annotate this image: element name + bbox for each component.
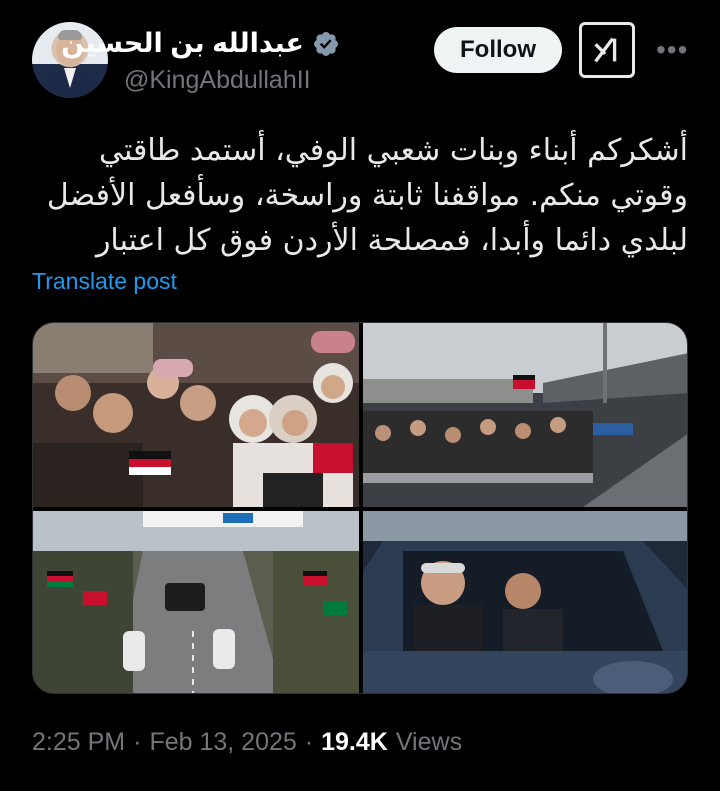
follow-button[interactable]: Follow xyxy=(434,27,562,73)
meta-separator: · xyxy=(133,728,142,756)
post-time[interactable]: 2:25 PM xyxy=(32,728,125,757)
author-name-row[interactable]: عبدالله بن الحسين xyxy=(61,28,340,59)
media-photo-car-window[interactable] xyxy=(363,511,687,693)
more-options-icon[interactable]: ••• xyxy=(656,34,688,66)
post-text: أشكركم أبناء وبنات شعبي الوفي، أستمد طاق… xyxy=(46,133,688,258)
views-label: Views xyxy=(395,728,463,756)
verified-badge-icon xyxy=(312,30,340,58)
views-count: 19.4K xyxy=(321,728,388,756)
media-photo-crowd-students[interactable] xyxy=(33,323,359,507)
post-meta: 2:25 PM · Feb 13, 2025 · 19.4K Views xyxy=(32,728,462,757)
translate-post-link[interactable]: Translate post xyxy=(32,268,177,295)
grok-icon[interactable] xyxy=(579,22,635,78)
author-handle[interactable]: @KingAbdullahII xyxy=(124,66,311,95)
author-display-name[interactable]: عبدالله بن الحسين xyxy=(61,28,304,59)
media-photo-roadside-crowd[interactable] xyxy=(363,323,687,507)
post-date[interactable]: Feb 13, 2025 xyxy=(149,728,296,757)
media-photo-motorcade[interactable] xyxy=(33,511,359,693)
media-grid xyxy=(32,322,688,694)
meta-separator: · xyxy=(304,728,314,756)
